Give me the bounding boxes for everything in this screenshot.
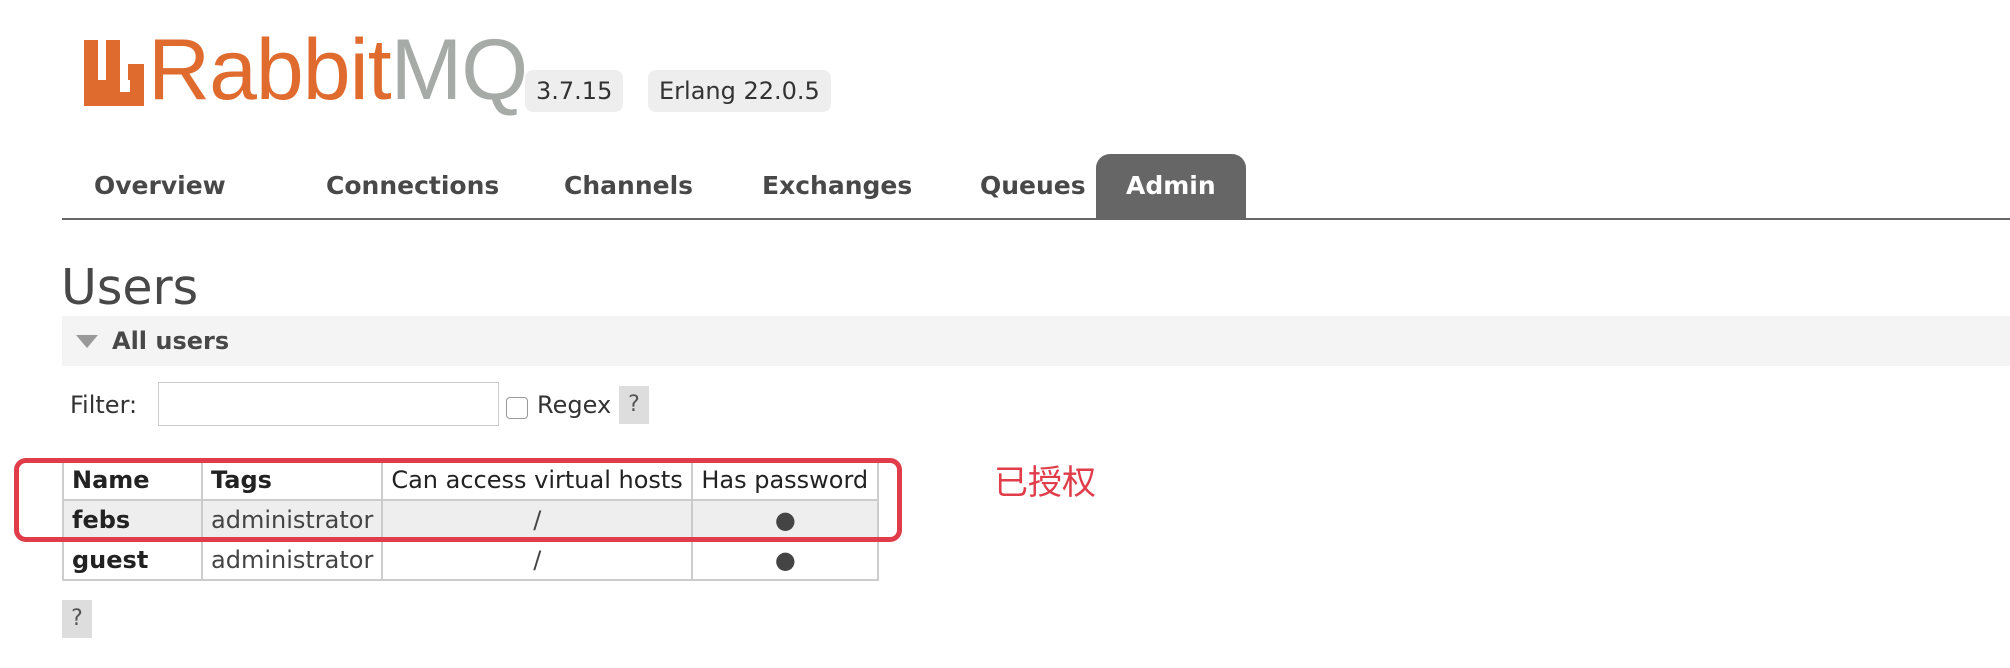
all-users-section-header[interactable]: All users (62, 316, 2010, 366)
tab-queues[interactable]: Queues (950, 154, 1116, 218)
rabbitmq-logo: Rabbit MQ TM (84, 22, 544, 118)
rabbitmq-logo-icon (84, 40, 144, 106)
table-help-button[interactable]: ? (62, 600, 92, 638)
tab-connections[interactable]: Connections (296, 154, 529, 218)
filter-input[interactable] (158, 382, 499, 426)
regex-checkbox[interactable] (506, 397, 528, 419)
user-tags: administrator (200, 539, 384, 581)
filter-help-button[interactable]: ? (619, 386, 649, 424)
logo-mq-text: MQ (390, 22, 529, 118)
section-label: All users (112, 327, 230, 355)
user-name-link[interactable]: guest (62, 539, 203, 581)
user-vhosts: / (381, 539, 694, 581)
highlight-box (14, 458, 902, 542)
tab-admin[interactable]: Admin (1096, 154, 1246, 218)
tab-overview[interactable]: Overview (64, 154, 256, 218)
logo-rabbit-text: Rabbit (148, 22, 392, 118)
has-password-indicator: ● (691, 539, 880, 581)
triangle-down-icon (76, 335, 98, 348)
rabbitmq-logo-text: Rabbit MQ TM (148, 22, 544, 118)
filter-label: Filter: (70, 391, 138, 419)
erlang-version-badge: Erlang 22.0.5 (648, 70, 831, 112)
regex-label: Regex (537, 391, 612, 419)
authorized-annotation: 已授权 (994, 463, 1096, 503)
main-nav-tabs: Overview Connections Channels Exchanges … (62, 154, 2010, 220)
page-title: Users (61, 259, 199, 316)
table-row[interactable]: guest administrator / ● (62, 539, 880, 581)
version-badge: 3.7.15 (525, 70, 624, 112)
tab-exchanges[interactable]: Exchanges (732, 154, 942, 218)
tab-channels[interactable]: Channels (534, 154, 723, 218)
